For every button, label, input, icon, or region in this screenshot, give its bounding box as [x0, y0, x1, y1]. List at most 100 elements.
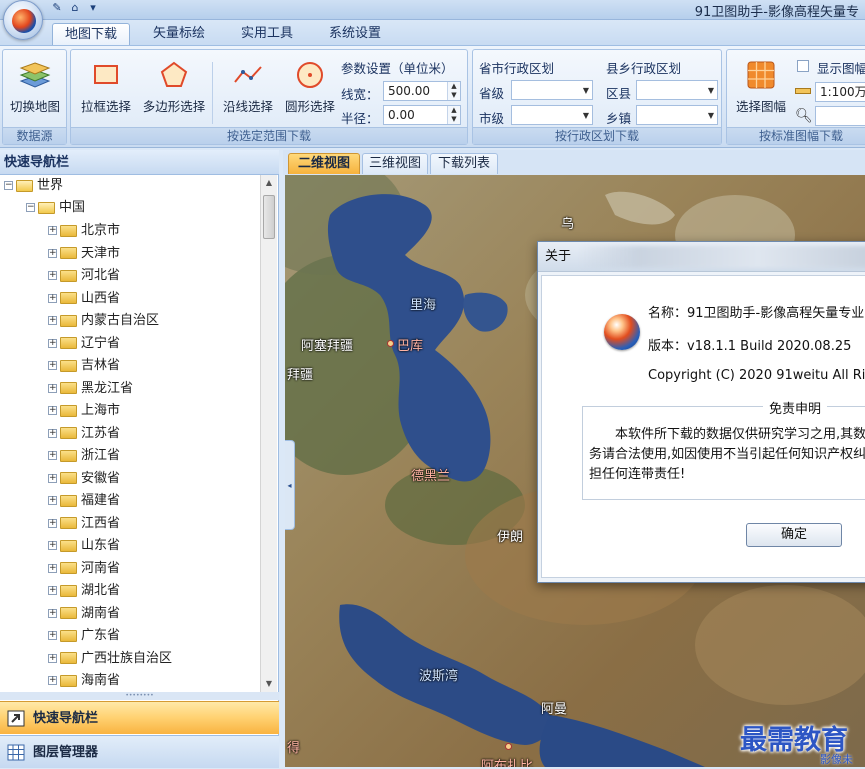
tree-node-label: 黑龙江省 — [81, 380, 134, 396]
tree-node-province[interactable]: + 江西省 — [48, 513, 120, 535]
select-sheet-button[interactable]: 选择图幅 — [730, 56, 792, 120]
tree-node-province[interactable]: + 上海市 — [48, 400, 120, 422]
expand-icon[interactable]: + — [48, 361, 57, 370]
expand-icon[interactable]: + — [48, 676, 57, 685]
province-select[interactable]: ▼ — [511, 80, 593, 100]
dropdown-icon[interactable]: ▾ — [84, 1, 102, 14]
expand-icon[interactable]: + — [48, 586, 57, 595]
pencil-icon[interactable]: ✎ — [48, 1, 66, 14]
tree-node-province[interactable]: + 内蒙古自治区 — [48, 310, 159, 332]
radius-input[interactable]: 0.00 ▲ ▼ — [383, 105, 461, 125]
tree-node-province[interactable]: + 湖北省 — [48, 580, 120, 602]
rect-select-button[interactable]: 拉框选择 — [75, 56, 137, 120]
tab-3d-view[interactable]: 三维视图 — [362, 153, 428, 174]
tree-node-world[interactable]: − 世界 — [4, 175, 63, 197]
scroll-down-arrow[interactable]: ▼ — [261, 676, 277, 692]
line-width-input[interactable]: 500.00 ▲ ▼ — [383, 81, 461, 101]
magnifier-icon[interactable]: 🔍︎ — [795, 108, 813, 124]
tree-node-province[interactable]: + 吉林省 — [48, 355, 120, 377]
expand-icon[interactable]: + — [48, 293, 57, 303]
group-label-sheet: 按标准图幅下载 — [727, 127, 865, 144]
sheet-search-input[interactable] — [815, 106, 865, 126]
city-select[interactable]: ▼ — [511, 105, 593, 125]
expand-icon[interactable]: + — [48, 541, 57, 550]
line-width-spinner[interactable]: ▲ ▼ — [447, 82, 460, 100]
city-dot-baku — [387, 340, 394, 347]
tree-node-label: 江西省 — [81, 515, 121, 531]
tree-node-province[interactable]: + 天津市 — [48, 243, 120, 265]
nav-quick-navigation[interactable]: 快速导航栏 — [0, 701, 279, 734]
expand-icon[interactable]: + — [48, 428, 57, 438]
chevron-down-icon: ▼ — [707, 86, 714, 95]
tree-node-province[interactable]: + 广西壮族自治区 — [48, 648, 172, 670]
scroll-up-arrow[interactable]: ▲ — [261, 175, 277, 191]
map-label-oman: 阿曼 — [541, 702, 568, 717]
tree-node-province[interactable]: + 海南省 — [48, 670, 120, 692]
expand-icon[interactable]: + — [48, 518, 57, 528]
expand-icon[interactable]: + — [48, 316, 57, 325]
tree-node-china[interactable]: − 中国 — [26, 197, 85, 219]
tab-map-download[interactable]: 地图下载 — [52, 23, 130, 45]
show-sheet-checkbox[interactable] — [797, 60, 809, 72]
tab-utilities[interactable]: 实用工具 — [228, 23, 306, 45]
tree-node-province[interactable]: + 河北省 — [48, 265, 120, 287]
panel-collapse-handle[interactable]: ◂ — [285, 440, 295, 530]
tree-node-province[interactable]: + 广东省 — [48, 625, 120, 647]
tab-download-list[interactable]: 下载列表 — [430, 153, 498, 174]
tree-node-province[interactable]: + 江苏省 — [48, 423, 120, 445]
expand-icon[interactable]: + — [48, 608, 57, 618]
tab-system-settings[interactable]: 系统设置 — [316, 23, 394, 45]
tree-node-province[interactable]: + 福建省 — [48, 490, 120, 512]
line-width-label: 线宽： — [341, 87, 379, 102]
tree-node-province[interactable]: + 湖南省 — [48, 603, 120, 625]
expand-icon[interactable]: + — [48, 451, 57, 460]
panel-splitter[interactable]: •••••••• — [0, 692, 279, 700]
tree-node-province[interactable]: + 安徽省 — [48, 468, 120, 490]
switch-map-button[interactable]: 切换地图 — [4, 56, 66, 120]
home-icon[interactable]: ⌂ — [66, 1, 84, 14]
tree-node-province[interactable]: + 辽宁省 — [48, 333, 120, 355]
expand-icon[interactable]: + — [48, 563, 57, 573]
tree-node-province[interactable]: + 北京市 — [48, 220, 120, 242]
tree-node-province[interactable]: + 浙江省 — [48, 445, 120, 467]
tree-node-province[interactable]: + 山东省 — [48, 535, 120, 557]
county-label: 区县 — [606, 86, 632, 101]
nav-label: 图层管理器 — [33, 745, 99, 760]
expand-icon[interactable]: + — [48, 496, 57, 505]
county-select[interactable]: ▼ — [636, 80, 718, 100]
tree-node-label: 湖南省 — [81, 605, 121, 621]
polygon-icon — [160, 61, 188, 87]
expand-icon[interactable]: + — [48, 271, 57, 280]
tree-node-province[interactable]: + 黑龙江省 — [48, 378, 133, 400]
tree-scrollbar[interactable]: ▲ ▼ — [260, 175, 277, 692]
polygon-select-button[interactable]: 多边形选择 — [139, 56, 209, 120]
nav-layer-manager[interactable]: 图层管理器 — [0, 735, 279, 768]
expand-icon[interactable]: + — [48, 383, 57, 393]
radius-spinner[interactable]: ▲ ▼ — [447, 106, 460, 124]
tab-vector-plotting[interactable]: 矢量标绘 — [140, 23, 218, 45]
expand-icon[interactable]: + — [48, 473, 57, 483]
scroll-thumb[interactable] — [263, 195, 275, 239]
title-bar: ✎ ⌂ ▾ 91卫图助手-影像高程矢量专 — [0, 0, 865, 20]
expand-icon[interactable]: + — [48, 653, 57, 663]
tree-node-province[interactable]: + 山西省 — [48, 288, 120, 310]
tree-node-province[interactable]: + 河南省 — [48, 558, 120, 580]
circle-select-button[interactable]: 圆形选择 — [279, 56, 341, 120]
town-select[interactable]: ▼ — [636, 105, 718, 125]
expand-icon[interactable]: + — [48, 226, 57, 235]
folder-icon — [60, 562, 77, 574]
line-select-button[interactable]: 沿线选择 — [217, 56, 279, 120]
product-name: 名称：91卫图助手-影像高程矢量专业 — [648, 306, 865, 321]
ok-button[interactable]: 确定 — [746, 523, 842, 547]
tab-2d-view[interactable]: 二维视图 — [288, 153, 360, 174]
app-menu-orb[interactable] — [3, 0, 43, 40]
scale-select[interactable]: 1:100万 — [815, 82, 865, 102]
disclaimer-line: 担任何连带责任! — [589, 467, 686, 482]
expand-icon[interactable]: + — [48, 248, 57, 258]
folder-icon — [60, 494, 77, 507]
expand-icon[interactable]: + — [48, 406, 57, 415]
expand-icon[interactable]: + — [48, 338, 57, 348]
collapse-icon[interactable]: − — [26, 203, 35, 212]
expand-icon[interactable]: + — [48, 631, 57, 640]
collapse-icon[interactable]: − — [4, 181, 13, 190]
